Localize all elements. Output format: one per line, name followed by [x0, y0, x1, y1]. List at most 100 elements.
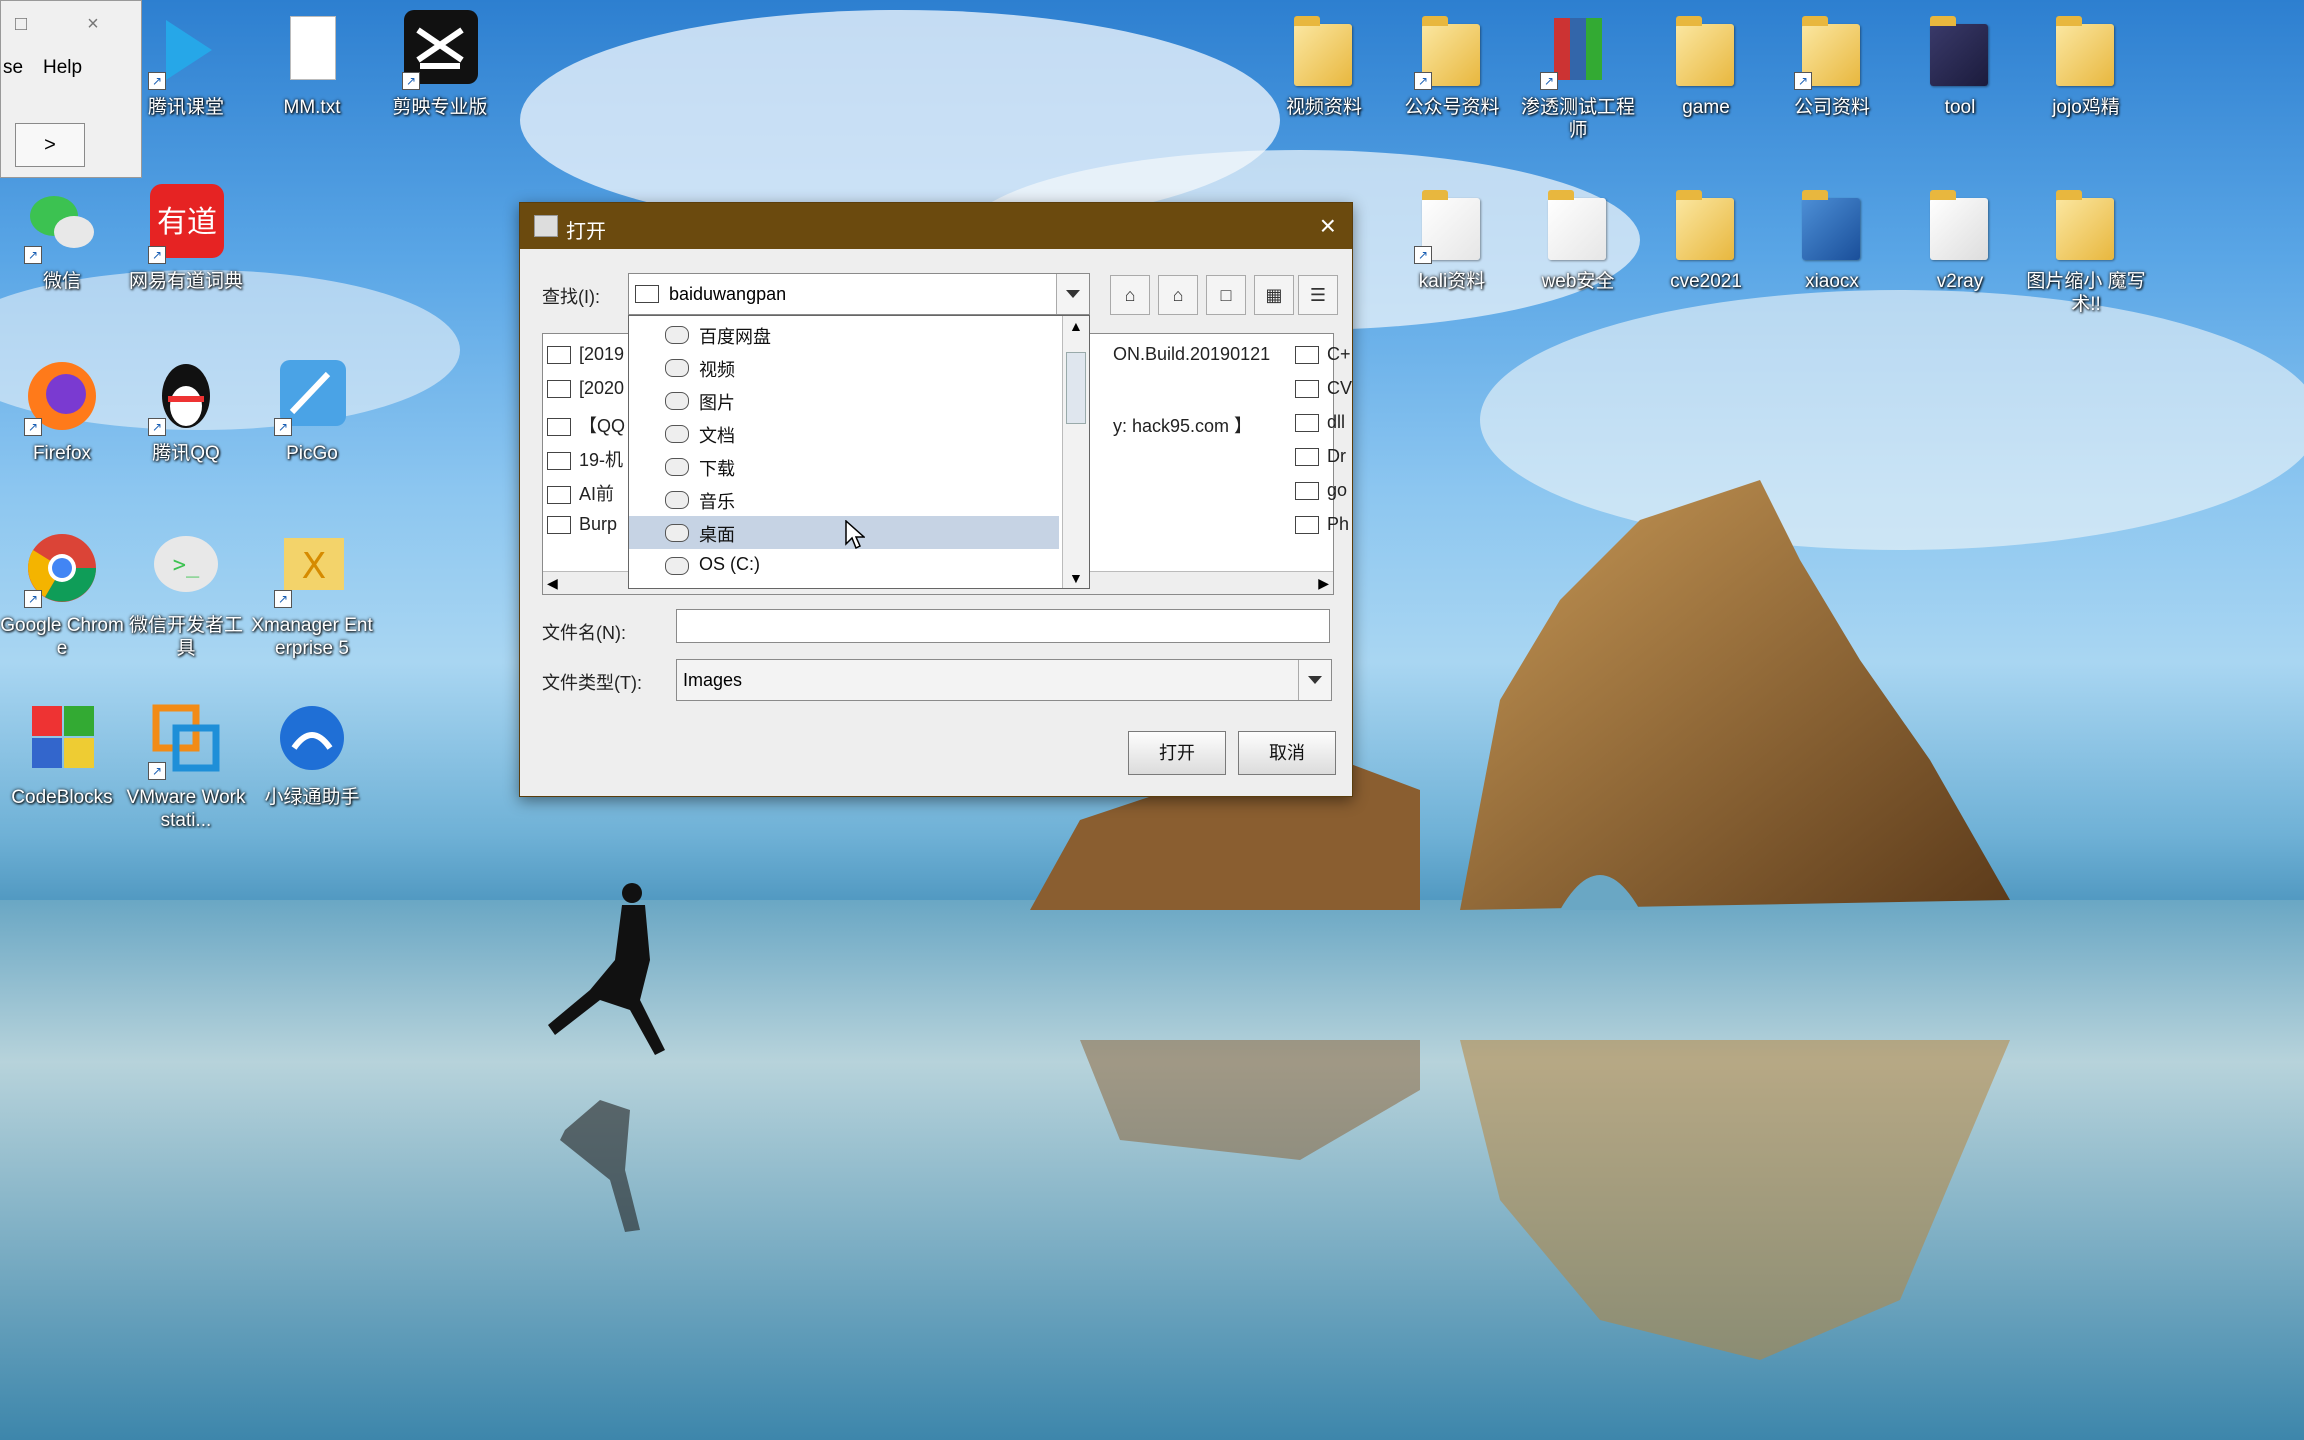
file-item[interactable]: y: hack95.com 】 [1113, 412, 1252, 438]
desktop-icon-xiaolv[interactable]: 小绿通助手 [250, 700, 374, 809]
open-file-dialog: 打开 × 查找(I): baiduwangpan ⌂ ⌂ □ ▦ ☰ [2019… [519, 202, 1353, 797]
cancel-button[interactable]: 取消 [1238, 731, 1336, 775]
chrome-icon: ↗ [22, 528, 102, 608]
file-item[interactable]: Dr [1295, 446, 1346, 467]
drive-icon [665, 359, 689, 377]
scroll-thumb[interactable] [1066, 352, 1086, 424]
mouse-cursor-icon [845, 520, 865, 550]
dropdown-item-pictures[interactable]: 图片 [629, 384, 1059, 417]
desktop-icon-firefox[interactable]: ↗ Firefox [0, 356, 124, 465]
open-button[interactable]: 打开 [1128, 731, 1226, 775]
chevron-down-icon[interactable] [1298, 660, 1331, 700]
dropdown-item-desktop[interactable]: 桌面 [629, 516, 1059, 549]
desktop-folder-tool[interactable]: tool [1898, 10, 2022, 119]
drive-icon [665, 557, 689, 575]
desktop-icon-wechat-devtools[interactable]: >_ 微信开发者工具 [124, 528, 248, 660]
home-button[interactable]: ⌂ [1158, 275, 1198, 315]
folder-icon [635, 285, 659, 303]
photoshop-folder-icon [1920, 10, 2000, 90]
partial-app-window: □ × se Help > [0, 0, 142, 178]
desktop-folder-image-shrink[interactable]: 图片缩小 魔写术!! [2024, 184, 2148, 316]
file-item[interactable]: go [1295, 480, 1347, 501]
details-view-button[interactable]: ☰ [1298, 275, 1338, 315]
file-item[interactable]: Ph [1295, 514, 1349, 535]
look-in-combobox[interactable]: baiduwangpan [628, 273, 1090, 315]
file-item[interactable]: Burp [547, 514, 617, 535]
scroll-right-arrow-icon[interactable]: ▶ [1318, 575, 1329, 592]
desktop-folder-video[interactable]: 视频资料 [1262, 10, 1386, 119]
desktop-icon-label: cve2021 [1670, 271, 1742, 292]
drive-icon [665, 392, 689, 410]
desktop-icon-label: game [1682, 97, 1730, 118]
dialog-title-bar[interactable]: 打开 × [520, 203, 1352, 249]
desktop-icon-vmware[interactable]: ↗ VMware Workstati... [124, 700, 248, 832]
desktop-folder-kali[interactable]: ↗ kali资料 [1390, 184, 1514, 293]
drive-icon [665, 524, 689, 542]
dropdown-item-baidu[interactable]: 百度网盘 [629, 318, 1059, 351]
dropdown-scrollbar[interactable]: ▲ ▼ [1062, 316, 1089, 588]
filename-input[interactable] [676, 609, 1330, 643]
folder-icon [1666, 10, 1746, 90]
scroll-left-arrow-icon[interactable]: ◀ [547, 575, 558, 592]
chevron-down-icon[interactable] [1056, 274, 1089, 314]
desktop-icon-chrome[interactable]: ↗ Google Chrome [0, 528, 124, 660]
file-item[interactable]: 19-机 [547, 446, 623, 472]
file-item[interactable]: 【QQ [547, 412, 625, 438]
desktop-icon-xmanager[interactable]: X ↗ Xmanager Enterprise 5 [250, 528, 374, 660]
desktop-icon-wechat[interactable]: ↗ 微信 [0, 184, 124, 293]
file-item[interactable]: [2020 [547, 378, 624, 399]
desktop-folder-cve2021[interactable]: cve2021 [1644, 184, 1768, 293]
file-item[interactable]: dll [1295, 412, 1345, 433]
desktop-icon-capcut[interactable]: ↗ 剪映专业版 [378, 10, 502, 119]
desktop-icon-youdao[interactable]: 有道 ↗ 网易有道词典 [124, 184, 248, 293]
new-folder-button[interactable]: □ [1206, 275, 1246, 315]
java-app-icon [534, 215, 558, 237]
desktop-folder-web-security[interactable]: web安全 [1516, 184, 1640, 293]
menu-bar: se Help [1, 55, 141, 85]
desktop-icon-label: xiaocx [1805, 271, 1859, 292]
dropdown-item-videos[interactable]: 视频 [629, 351, 1059, 384]
drive-icon [665, 425, 689, 443]
desktop-icon-label: kali资料 [1418, 271, 1486, 292]
list-view-button[interactable]: ▦ [1254, 275, 1294, 315]
desktop-icon-codeblocks[interactable]: CodeBlocks [0, 700, 124, 809]
desktop-icon-label: 微信开发者工具 [128, 615, 243, 659]
xiaolv-icon [272, 700, 352, 780]
desktop-icon-pentest-engineer[interactable]: ↗ 渗透测试工程师 [1516, 10, 1640, 142]
folder-icon [1666, 184, 1746, 264]
file-item[interactable]: [2019 [547, 344, 624, 365]
drive-icon [665, 491, 689, 509]
desktop-folder-xiaocx[interactable]: xiaocx [1770, 184, 1894, 293]
up-folder-button[interactable]: ⌂ [1110, 275, 1150, 315]
menu-item-help[interactable]: Help [43, 57, 82, 79]
desktop-icon-label: CodeBlocks [11, 787, 113, 808]
file-item[interactable]: CV [1295, 378, 1352, 399]
filetype-label: 文件类型(T): [542, 673, 642, 693]
desktop-folder-company[interactable]: ↗ 公司资料 [1770, 10, 1894, 119]
dropdown-item-downloads[interactable]: 下载 [629, 450, 1059, 483]
close-icon[interactable]: × [1320, 210, 1336, 242]
dropdown-item-documents[interactable]: 文档 [629, 417, 1059, 450]
desktop-folder-game[interactable]: game [1644, 10, 1768, 119]
file-item[interactable]: ON.Build.20190121 [1113, 344, 1270, 365]
next-button[interactable]: > [15, 123, 85, 167]
dropdown-item-os-c[interactable]: OS (C:) [629, 549, 1059, 582]
desktop-icon-label: jojo鸡精 [2052, 97, 2120, 118]
desktop-icon-picgo[interactable]: ↗ PicGo [250, 356, 374, 465]
file-item[interactable]: AI前 [547, 480, 614, 506]
menu-item-close[interactable]: se [3, 57, 23, 79]
desktop-icon-tencent-classroom[interactable]: ↗ 腾讯课堂 [124, 10, 248, 119]
desktop-folder-official-account[interactable]: ↗ 公众号资料 [1390, 10, 1514, 119]
file-item[interactable]: C+ [1295, 344, 1351, 365]
filetype-combobox[interactable]: Images [676, 659, 1332, 701]
scroll-up-arrow-icon[interactable]: ▲ [1069, 318, 1083, 334]
scroll-down-arrow-icon[interactable]: ▼ [1069, 570, 1083, 586]
dialog-title: 打开 [566, 221, 606, 243]
desktop-icon-qq[interactable]: ↗ 腾讯QQ [124, 356, 248, 465]
window-controls: □ × [15, 13, 99, 35]
desktop-icon-mm-txt[interactable]: MM.txt [250, 10, 374, 119]
desktop-folder-jojo[interactable]: jojo鸡精 [2024, 10, 2148, 119]
desktop-icon-label: 公众号资料 [1404, 97, 1500, 118]
dropdown-item-music[interactable]: 音乐 [629, 483, 1059, 516]
desktop-folder-v2ray[interactable]: v2ray [1898, 184, 2022, 293]
